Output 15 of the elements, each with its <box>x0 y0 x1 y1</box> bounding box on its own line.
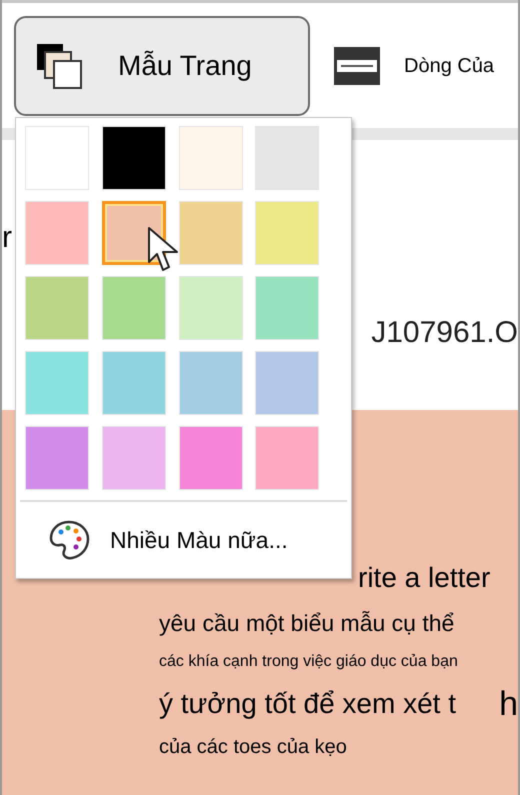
document-text: ý tưởng tốt để xem xét t <box>159 686 456 721</box>
layered-squares-icon <box>36 42 82 88</box>
line-focus-button[interactable]: Dòng Của <box>334 46 494 84</box>
mouse-pointer-icon <box>147 226 181 274</box>
file-name-text: J107961.O <box>371 318 518 348</box>
document-text: h <box>499 686 518 721</box>
document-text: của các toes của kẹo <box>159 734 347 760</box>
palette-icon <box>48 519 90 561</box>
document-text: r <box>2 222 12 252</box>
more-colors-button[interactable]: Nhiều Màu nữa... <box>16 502 351 578</box>
page-color-button[interactable]: Mẫu Trang <box>14 16 310 116</box>
document-text: các khía cạnh trong việc giáo dục của bạn <box>159 652 458 672</box>
document-text: yêu cầu một biểu mẫu cụ thể <box>159 609 454 638</box>
document-text: rite a letter <box>358 561 490 595</box>
line-focus-icon <box>334 46 380 84</box>
